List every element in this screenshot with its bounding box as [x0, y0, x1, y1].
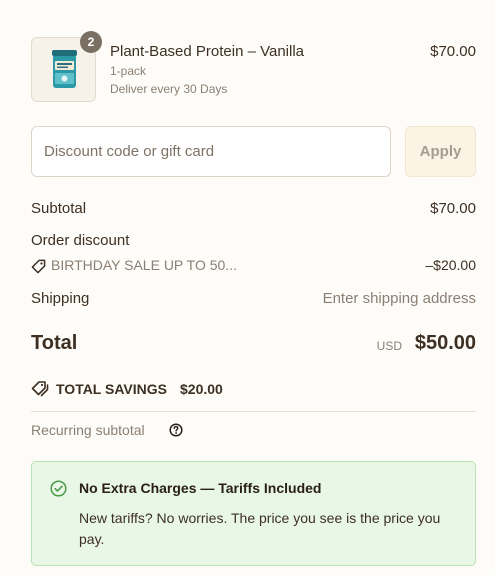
recurring-subtotal: Recurring subtotal [31, 422, 183, 438]
tags-icon [31, 381, 49, 397]
product-name: Plant-Based Protein – Vanilla [110, 43, 305, 60]
shipping-label: Shipping [31, 290, 90, 307]
subtotal-row: Subtotal $70.00 [31, 200, 476, 217]
check-circle-icon [50, 480, 67, 497]
total-label: Total [31, 332, 78, 354]
quantity-badge: 2 [80, 31, 102, 53]
product-pack: 1-pack [110, 64, 147, 78]
divider [31, 411, 476, 412]
tariff-notice: No Extra Charges — Tariffs Included New … [31, 461, 476, 566]
savings-value: $20.00 [180, 381, 223, 397]
line-item: 2 Plant-Based Protein – Vanilla $70.00 1… [31, 31, 476, 103]
shipping-value: Enter shipping address [322, 290, 476, 307]
product-price: $70.00 [430, 43, 476, 60]
recurring-subtotal-label: Recurring subtotal [31, 422, 145, 438]
order-discount-row: Order discount [31, 232, 476, 249]
subtotal-value: $70.00 [430, 200, 476, 217]
help-icon[interactable] [169, 423, 183, 437]
total-row: Total USD $50.00 [31, 332, 476, 358]
apply-discount-button[interactable]: Apply [405, 126, 476, 177]
savings-label: TOTAL SAVINGS [56, 381, 167, 397]
tag-icon [31, 259, 46, 274]
notice-title: No Extra Charges — Tariffs Included [79, 480, 322, 496]
subtotal-label: Subtotal [31, 200, 87, 217]
order-discount-label: Order discount [31, 232, 130, 249]
product-delivery-frequency: Deliver every 30 Days [110, 82, 228, 96]
total-value: $50.00 [414, 332, 476, 354]
discount-code-input[interactable] [31, 126, 391, 177]
discount-amount: –$20.00 [425, 257, 476, 273]
notice-body: New tariffs? No worries. The price you s… [79, 510, 441, 547]
shipping-row: Shipping Enter shipping address [31, 290, 476, 307]
total-currency: USD [376, 339, 402, 353]
discount-code-label: BIRTHDAY SALE UP TO 50... [51, 257, 237, 273]
